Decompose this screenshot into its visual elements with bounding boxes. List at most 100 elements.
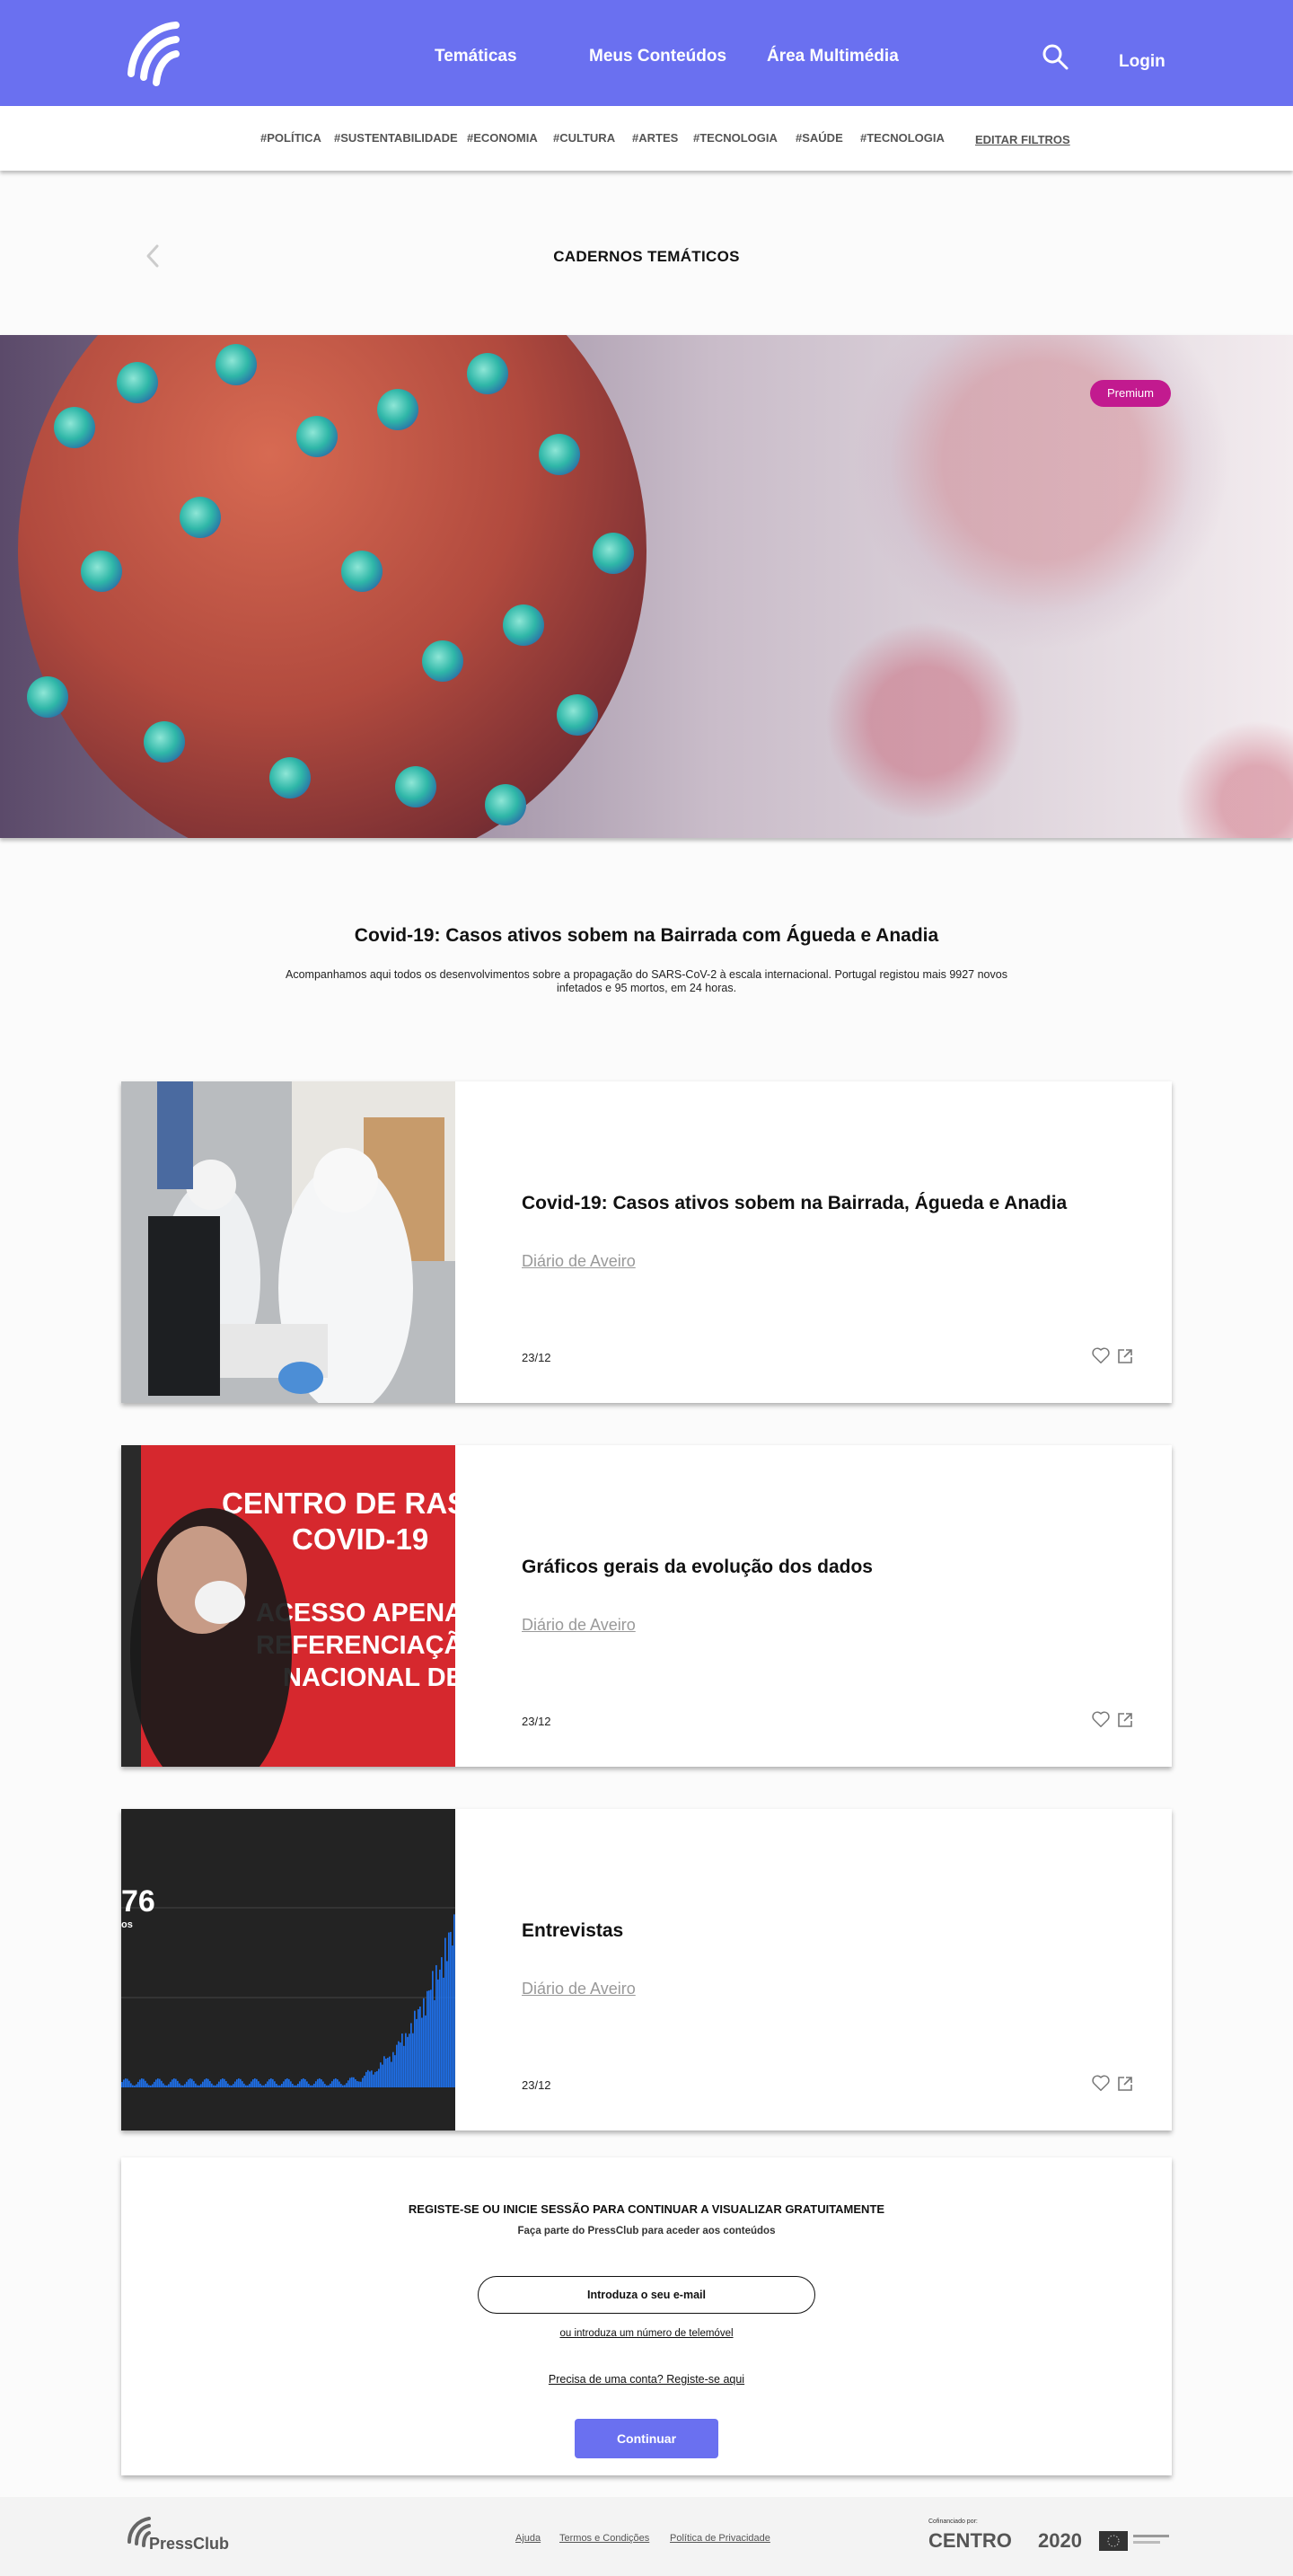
- filter-tag[interactable]: #POLÍTICA: [260, 131, 321, 145]
- thumbnail-bar: [225, 2081, 227, 2087]
- article-card[interactable]: 76 os Entrevistas Diário de Aveiro 23/12: [121, 1809, 1172, 2130]
- thumbnail-bar: [206, 2078, 207, 2087]
- thumbnail-bar: [409, 2033, 410, 2087]
- thumbnail-bar: [319, 2078, 321, 2087]
- card-title[interactable]: Covid-19: Casos ativos sobem na Bairrada…: [522, 1193, 1067, 1214]
- hero-image: Premium: [0, 335, 1293, 838]
- thumbnail-bar: [200, 2084, 202, 2087]
- nav-tematicas[interactable]: Temáticas: [435, 47, 517, 66]
- card-source-link[interactable]: Diário de Aveiro: [522, 1980, 636, 1998]
- thumbnail-bar: [342, 2085, 344, 2087]
- thumbnail-bar: [249, 2084, 251, 2087]
- share-icon[interactable]: [1116, 2075, 1134, 2093]
- thumbnail-bar: [383, 2056, 385, 2087]
- thumbnail-bar: [243, 2083, 245, 2087]
- footer-logo-text: PressClub: [149, 2535, 230, 2553]
- footer-logo[interactable]: PressClub: [126, 2515, 242, 2558]
- filter-tag[interactable]: #ECONOMIA: [467, 131, 538, 145]
- thumbnail-bar: [306, 2081, 308, 2087]
- signup-panel: REGISTE-SE OU INICIE SESSÃO PARA CONTINU…: [121, 2157, 1172, 2475]
- premium-badge[interactable]: Premium: [1090, 380, 1171, 407]
- card-title[interactable]: Entrevistas: [522, 1920, 623, 1942]
- thumbnail-bar: [231, 2085, 233, 2087]
- thumbnail-bar: [195, 2083, 197, 2087]
- share-icon[interactable]: [1116, 1347, 1134, 1365]
- email-input[interactable]: [478, 2276, 815, 2314]
- thumbnail-bar: [283, 2081, 285, 2087]
- thumbnail-bar: [299, 2081, 301, 2087]
- thumbnail-bar: [326, 2085, 328, 2087]
- nav-area-multimedia[interactable]: Área Multimédia: [767, 47, 899, 66]
- thumbnail-bar: [258, 2081, 259, 2087]
- thumbnail-bar: [189, 2078, 191, 2087]
- thumbnail-bar: [179, 2083, 180, 2087]
- thumbnail-bar: [209, 2080, 211, 2087]
- thumbnail-bar: [252, 2079, 254, 2087]
- thumbnail-bar: [139, 2079, 141, 2087]
- thumbnail-bar: [154, 2081, 155, 2087]
- filter-tag[interactable]: #TECNOLOGIA: [693, 131, 778, 145]
- thumbnail-bar: [450, 1931, 452, 2087]
- thumbnail-bar: [301, 2078, 303, 2087]
- thumbnail-bar: [358, 2081, 360, 2087]
- share-icon[interactable]: [1116, 1711, 1134, 1729]
- article-card[interactable]: CENTRO DE RASTRI COVID-19 ACESSO APENAS …: [121, 1445, 1172, 1767]
- login-link[interactable]: Login: [1119, 52, 1165, 72]
- footer-link-termos[interactable]: Termos e Condições: [559, 2533, 649, 2544]
- thumbnail-bar: [180, 2085, 182, 2087]
- thumbnail-bar: [128, 2080, 130, 2087]
- thumbnail-bar: [443, 1977, 444, 2087]
- thumbnail-bar: [444, 1937, 446, 2087]
- thumbnail-bar: [400, 2042, 401, 2087]
- card-source-link[interactable]: Diário de Aveiro: [522, 1616, 636, 1635]
- filter-tag[interactable]: #ARTES: [632, 131, 678, 145]
- search-icon[interactable]: [1042, 43, 1069, 70]
- edit-filters-link[interactable]: EDITAR FILTROS: [975, 133, 1070, 146]
- thumbnail-bar: [396, 2044, 398, 2087]
- thumbnail-bar: [387, 2057, 389, 2087]
- thumbnail-bar: [335, 2078, 337, 2087]
- thumbnail-bar: [371, 2070, 373, 2087]
- thumbnail-bar: [150, 2085, 152, 2087]
- card-image[interactable]: [121, 1081, 455, 1403]
- thumbnail-bar: [346, 2083, 347, 2087]
- footer-link-ajuda[interactable]: Ajuda: [515, 2533, 541, 2544]
- continue-button[interactable]: Continuar: [575, 2419, 718, 2458]
- register-link[interactable]: Precisa de uma conta? Registe-se aqui: [121, 2373, 1172, 2386]
- phone-number-link[interactable]: ou introduza um número de telemóvel: [121, 2328, 1172, 2339]
- nav-meus-conteudos[interactable]: Meus Conteúdos: [589, 47, 726, 66]
- card-title[interactable]: Gráficos gerais da evolução dos dados: [522, 1557, 873, 1578]
- card-image[interactable]: CENTRO DE RASTRI COVID-19 ACESSO APENAS …: [121, 1445, 455, 1767]
- thumbnail-bar: [121, 2082, 123, 2087]
- thumbnail-bar: [238, 2078, 240, 2087]
- filter-tag[interactable]: #TECNOLOGIA: [860, 131, 945, 145]
- thumbnail-bar: [145, 2080, 146, 2087]
- article-card[interactable]: Covid-19: Casos ativos sobem na Bairrada…: [121, 1081, 1172, 1403]
- footer: PressClub Ajuda Termos e Condições Polít…: [0, 2497, 1293, 2576]
- filter-tag[interactable]: #CULTURA: [553, 131, 615, 145]
- thumbnail-bar: [191, 2078, 193, 2087]
- thumbnail-bar: [173, 2078, 175, 2087]
- card-image[interactable]: 76 os: [121, 1809, 455, 2130]
- card-source-link[interactable]: Diário de Aveiro: [522, 1252, 636, 1271]
- thumbnail-bar: [159, 2078, 161, 2087]
- thumbnail-bar: [419, 2007, 421, 2087]
- heart-icon[interactable]: [1091, 1709, 1111, 1729]
- footer-link-privacidade[interactable]: Política de Privacidade: [670, 2533, 770, 2544]
- thumbnail-bar: [295, 2085, 297, 2087]
- thumbnail-bar: [313, 2083, 315, 2087]
- thumbnail-bar: [182, 2085, 184, 2087]
- pressclub-logo[interactable]: [126, 20, 183, 92]
- thumbnail-bar: [236, 2079, 238, 2087]
- thumbnail-bar: [315, 2081, 317, 2087]
- thumbnail-bar: [328, 2085, 330, 2087]
- heart-icon[interactable]: [1091, 2073, 1111, 2093]
- thumbnail-bar: [279, 2085, 281, 2087]
- filter-tag[interactable]: #SUSTENTABILIDADE: [334, 131, 458, 145]
- thumbnail-bar: [412, 2033, 414, 2087]
- heart-icon[interactable]: [1091, 1345, 1111, 1365]
- thumbnail-bar: [168, 2084, 170, 2087]
- image-text: NACIONAL DE SA: [283, 1663, 455, 1692]
- thumbnail-bar: [261, 2085, 263, 2087]
- filter-tag[interactable]: #SAÚDE: [796, 131, 843, 145]
